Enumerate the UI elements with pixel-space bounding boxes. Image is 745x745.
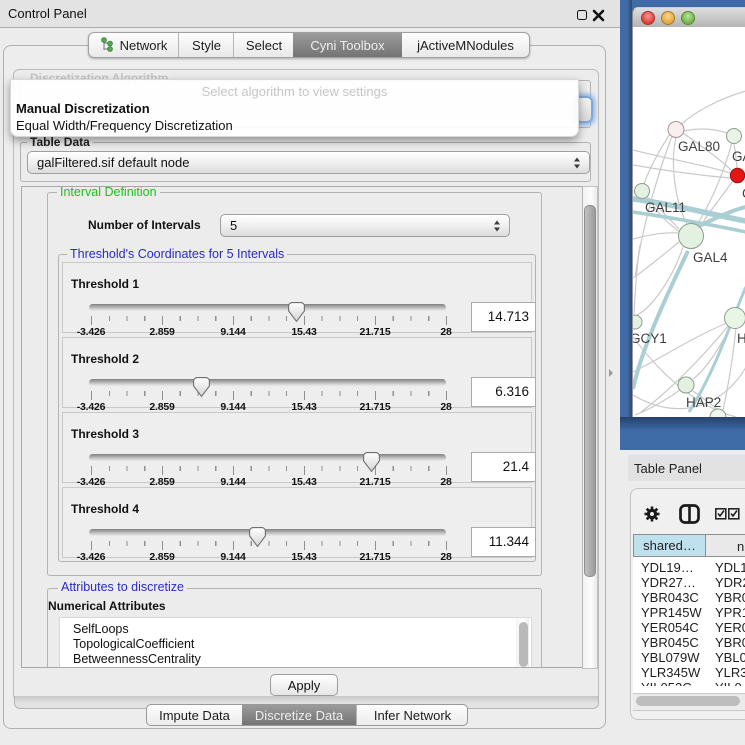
svg-text:GAL4: GAL4 [693, 250, 728, 265]
svg-text:HAP2: HAP2 [686, 395, 721, 410]
svg-text:H: H [737, 331, 745, 346]
svg-text:GA: GA [732, 149, 745, 164]
svg-text:GCY1: GCY1 [633, 331, 667, 346]
svg-text:GAL11: GAL11 [645, 200, 686, 215]
svg-text:GAL80: GAL80 [678, 139, 720, 154]
